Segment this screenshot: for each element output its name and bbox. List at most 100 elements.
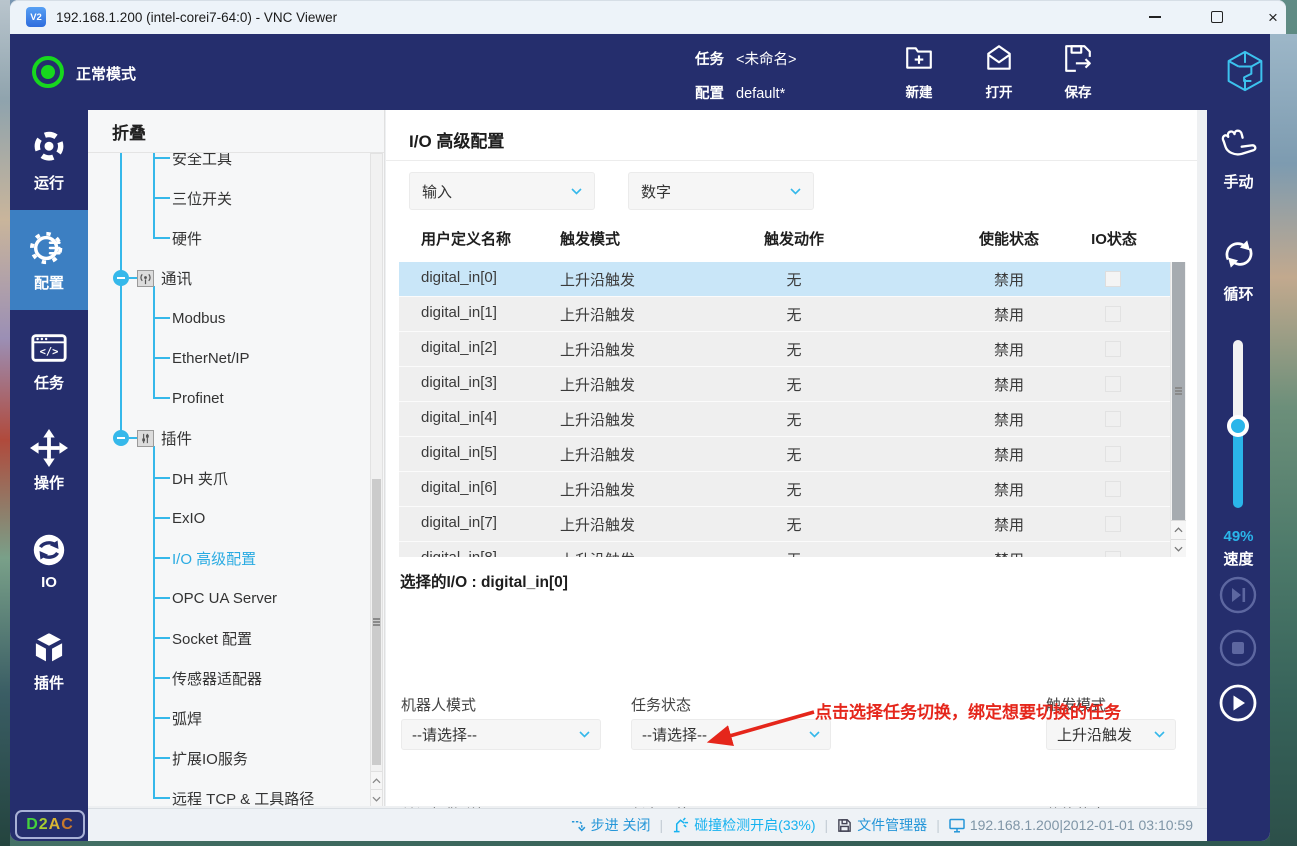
save-button[interactable]: 保存: [1046, 43, 1110, 101]
speed-slider-handle[interactable]: [1227, 415, 1249, 437]
cell-name: digital_in[5]: [421, 444, 497, 461]
minimize-button[interactable]: [1132, 0, 1178, 34]
tree-item[interactable]: DH 夹爪: [88, 458, 368, 498]
table-row[interactable]: digital_in[5] 上升沿触发 无 禁用: [399, 437, 1170, 472]
play-button[interactable]: [1219, 684, 1257, 722]
tree-collapse-header[interactable]: 折叠: [88, 110, 384, 153]
tree-item[interactable]: OPC UA Server: [88, 578, 368, 618]
sidebar-item-label: 运行: [33, 174, 64, 192]
io-type-select[interactable]: 数字: [628, 172, 814, 210]
cell-enable-state: 禁用: [993, 272, 1024, 289]
collapse-minus-icon[interactable]: [113, 270, 129, 286]
table-row[interactable]: digital_in[4] 上升沿触发 无 禁用: [399, 402, 1170, 437]
tree-scrollbar[interactable]: [370, 153, 383, 806]
sidebar-item-operate[interactable]: 操作: [10, 410, 88, 510]
cell-enable-state: 禁用: [993, 342, 1024, 359]
cell-trigger-action: 无: [786, 412, 802, 429]
sidebar-item-label: 插件: [33, 674, 64, 692]
step-status[interactable]: 步进 关闭: [571, 815, 651, 835]
tree-item-label: 远程 TCP & 工具路径: [172, 790, 315, 807]
tree-body: 安全工具三位开关硬件 通讯 Modbus EtherNet/IP Profinet 插件 D…: [88, 153, 384, 806]
table-scroll-up-icon[interactable]: [1171, 520, 1186, 539]
io-state-checkbox[interactable]: [1105, 306, 1121, 322]
tree-item[interactable]: 安全工具: [88, 153, 368, 178]
new-button[interactable]: 新建: [887, 43, 951, 101]
io-state-checkbox[interactable]: [1105, 271, 1121, 287]
tree-item[interactable]: I/O 高级配置: [88, 538, 368, 578]
tree-item[interactable]: 传感器适配器: [88, 658, 368, 698]
speed-slider-fill[interactable]: [1233, 426, 1243, 508]
io-state-checkbox[interactable]: [1105, 341, 1121, 357]
table-row[interactable]: digital_in[6] 上升沿触发 无 禁用: [399, 472, 1170, 507]
form-field-select[interactable]: 上升沿触发: [1046, 719, 1176, 750]
tree-connector-line: [129, 277, 137, 279]
tree-item[interactable]: ExIO: [88, 498, 368, 538]
config-tree-panel: 折叠 安全工具三位开关硬件 通讯 Modbus EtherNet/IP Profinet…: [88, 110, 385, 806]
manual-mode-button[interactable]: 手动: [1207, 126, 1270, 192]
sidebar-item-io[interactable]: IO: [10, 510, 88, 610]
io-direction-select[interactable]: 输入: [409, 172, 595, 210]
cell-name: digital_in[1]: [421, 304, 497, 321]
collision-detect-status[interactable]: 碰撞检测开启(33%): [672, 815, 816, 835]
sidebar-item-plugin[interactable]: 插件: [10, 610, 88, 710]
tree-item[interactable]: 弧焊: [88, 698, 368, 738]
io-state-checkbox[interactable]: [1105, 446, 1121, 462]
table-row[interactable]: digital_in[7] 上升沿触发 无 禁用: [399, 507, 1170, 542]
io-state-checkbox[interactable]: [1105, 551, 1121, 557]
table-scroll-down-icon[interactable]: [1171, 539, 1186, 557]
loop-mode-button[interactable]: 循环: [1207, 234, 1270, 304]
collapse-minus-icon[interactable]: [113, 430, 129, 446]
tree-item[interactable]: 远程 TCP & 工具路径: [88, 778, 368, 806]
table-row[interactable]: digital_in[2] 上升沿触发 无 禁用: [399, 332, 1170, 367]
file-manager-icon: [837, 818, 852, 833]
tree-item[interactable]: 扩展IO服务: [88, 738, 368, 778]
tree-item[interactable]: 硬件: [88, 218, 368, 258]
tree-item[interactable]: Socket 配置: [88, 618, 368, 658]
speed-slider-track[interactable]: [1233, 340, 1243, 426]
step-forward-button[interactable]: [1219, 576, 1257, 614]
divider: [386, 160, 1197, 161]
tree-node-antenna[interactable]: 通讯: [88, 258, 368, 298]
cell-enable-state: 禁用: [993, 307, 1024, 324]
table-row[interactable]: digital_in[0] 上升沿触发 无 禁用: [399, 262, 1170, 297]
sidebar-item-task[interactable]: </> 任务: [10, 310, 88, 410]
tree-item[interactable]: EtherNet/IP: [88, 338, 368, 378]
table-row[interactable]: digital_in[3] 上升沿触发 无 禁用: [399, 367, 1170, 402]
sidebar-item-run[interactable]: 运行: [10, 110, 88, 210]
col-header-trigger-action: 触发动作: [763, 231, 824, 248]
stop-button[interactable]: [1219, 629, 1257, 667]
tree-node-sliders[interactable]: 插件: [88, 418, 368, 458]
tree-scroll-up-icon[interactable]: [371, 771, 382, 789]
tree-item-label: ExIO: [172, 509, 206, 527]
separator: |: [824, 817, 829, 833]
table-row[interactable]: digital_in[8] 上升沿触发 无 禁用: [399, 542, 1170, 557]
file-manager-button[interactable]: 文件管理器: [837, 815, 927, 835]
table-scrollbar[interactable]: [1170, 262, 1186, 557]
tree-item[interactable]: Profinet: [88, 378, 368, 418]
tree-scroll-down-icon[interactable]: [371, 789, 382, 806]
tree-item[interactable]: Modbus: [88, 298, 368, 338]
io-state-checkbox[interactable]: [1105, 481, 1121, 497]
form-field-select[interactable]: --请选择--: [401, 719, 601, 750]
io-state-checkbox[interactable]: [1105, 411, 1121, 427]
io-icon: [30, 530, 68, 570]
cell-trigger-mode: 上升沿触发: [560, 307, 636, 324]
sliders-icon: [137, 429, 154, 447]
chevron-down-icon: [579, 731, 590, 738]
new-label: 新建: [905, 85, 933, 100]
maximize-button[interactable]: [1194, 0, 1240, 34]
cell-trigger-action: 无: [786, 307, 802, 324]
tree-item-label: 三位开关: [172, 190, 233, 208]
close-button[interactable]: ×: [1250, 0, 1296, 34]
table-row[interactable]: digital_in[1] 上升沿触发 无 禁用: [399, 297, 1170, 332]
table-scrollbar-thumb[interactable]: [1172, 262, 1185, 520]
io-state-checkbox[interactable]: [1105, 376, 1121, 392]
d2ac-badge[interactable]: D2AC: [15, 810, 85, 839]
tree-scrollbar-thumb[interactable]: [372, 479, 381, 765]
mode-label: 正常模式: [76, 66, 137, 83]
vnc-title-bar: V2 192.168.1.200 (intel-corei7-64:0) - V…: [10, 0, 1286, 34]
io-state-checkbox[interactable]: [1105, 516, 1121, 532]
open-button[interactable]: 打开: [967, 43, 1031, 101]
tree-item[interactable]: 三位开关: [88, 178, 368, 218]
sidebar-item-config[interactable]: 配置: [10, 210, 88, 310]
